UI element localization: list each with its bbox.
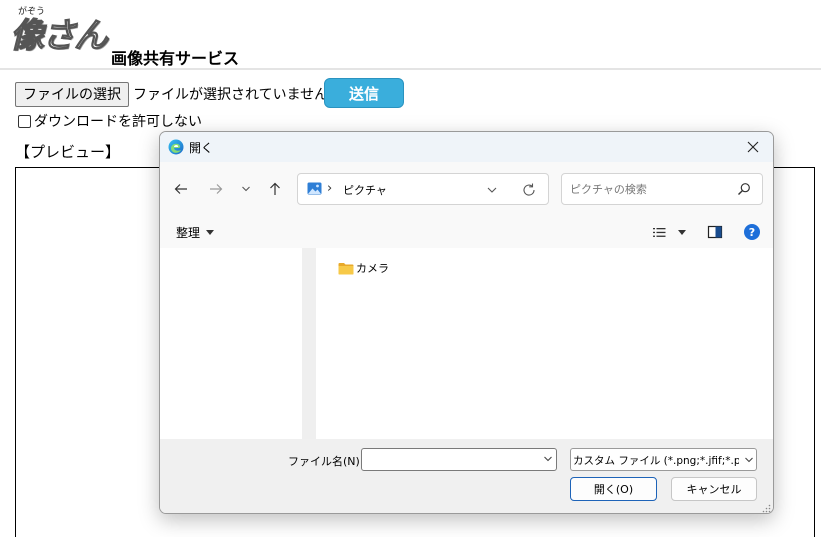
folder-label: カメラ — [356, 262, 389, 275]
chevron-down-icon — [745, 457, 753, 463]
disallow-download-checkbox[interactable] — [18, 114, 31, 128]
open-button[interactable]: 開く(O) — [570, 477, 657, 501]
dialog-body: カメラ — [160, 248, 773, 439]
arrow-left-icon — [174, 184, 187, 194]
arrow-up-icon — [270, 182, 280, 195]
file-type-value: カスタム ファイル (*.png;*.jfif;*.pjpeg;*.jpeg;*… — [573, 455, 739, 467]
cancel-button[interactable]: キャンセル — [671, 477, 757, 501]
forward-button[interactable] — [204, 177, 228, 201]
organize-button[interactable]: 整理 — [176, 223, 215, 241]
details-view-icon — [653, 227, 666, 237]
filename-combobox[interactable] — [361, 448, 557, 471]
disallow-download-option[interactable]: ダウンロードを許可しない — [18, 111, 202, 131]
file-type-select[interactable]: カスタム ファイル (*.png;*.jfif;*.pjpeg;*.jpeg;*… — [570, 448, 757, 471]
arrow-right-icon — [210, 184, 223, 194]
folder-item-camera[interactable]: カメラ — [338, 260, 389, 276]
navigation-pane[interactable] — [160, 248, 302, 439]
close-icon — [747, 141, 759, 153]
breadcrumb-location[interactable]: ピクチャ — [343, 182, 387, 198]
command-bar: 整理 ? — [160, 216, 773, 248]
breadcrumb-separator: › — [327, 181, 333, 196]
dialog-titlebar[interactable]: 開く — [160, 132, 773, 162]
site-header: がぞう 像さん 画像共有サービス — [0, 0, 821, 70]
help-icon[interactable]: ? — [743, 223, 761, 241]
disallow-download-label: ダウンロードを許可しない — [34, 114, 202, 130]
back-button[interactable] — [169, 177, 193, 201]
edge-browser-icon — [168, 139, 184, 155]
dialog-title: 開く — [189, 141, 214, 155]
file-list[interactable]: カメラ — [316, 248, 773, 439]
file-input-row: ファイルの選択 ファイルが選択されていません — [15, 81, 328, 107]
chevron-down-icon — [242, 186, 250, 192]
navigation-pane-scrollbar[interactable] — [302, 248, 316, 439]
choose-file-button[interactable]: ファイルの選択 — [15, 81, 129, 107]
organize-label: 整理 — [176, 225, 201, 240]
preview-pane-icon[interactable] — [707, 224, 723, 240]
dialog-footer: ファイル名(N): カスタム ファイル (*.png;*.jfif;*.pjpe… — [160, 439, 773, 513]
search-input[interactable] — [562, 174, 732, 204]
chevron-down-icon[interactable] — [543, 454, 553, 464]
preview-heading: 【プレビュー】 — [15, 143, 121, 161]
search-icon — [738, 183, 750, 195]
pictures-icon — [307, 182, 322, 195]
send-button[interactable]: 送信 — [324, 78, 404, 108]
recent-locations-button[interactable] — [234, 177, 258, 201]
site-title: 画像共有サービス — [111, 49, 240, 68]
folder-icon — [338, 262, 354, 274]
file-open-dialog: 開く › ピクチャ ピクチャの検索 整理 ? カメラ ファイル名(N): カスタ… — [159, 131, 774, 514]
header-divider — [0, 68, 821, 70]
address-bar[interactable]: › ピクチャ — [297, 173, 549, 205]
site-logo[interactable]: がぞう 像さん — [9, 4, 110, 64]
resize-grip-icon[interactable] — [761, 503, 771, 513]
caret-down-icon — [206, 229, 215, 235]
navigation-bar: › ピクチャ — [160, 162, 773, 216]
up-button[interactable] — [263, 177, 287, 201]
dialog-close-button[interactable] — [735, 132, 771, 162]
filename-input[interactable] — [362, 449, 538, 470]
filename-label: ファイル名(N): — [288, 455, 364, 468]
chevron-down-icon[interactable] — [485, 183, 499, 197]
no-file-selected-text: ファイルが選択されていません — [133, 87, 329, 103]
search-box[interactable] — [561, 173, 763, 205]
logo-text: 像さん — [9, 15, 108, 56]
refresh-icon[interactable] — [521, 182, 537, 198]
svg-text:?: ? — [749, 226, 755, 239]
caret-down-icon — [678, 229, 686, 235]
change-view-button[interactable] — [653, 223, 689, 241]
